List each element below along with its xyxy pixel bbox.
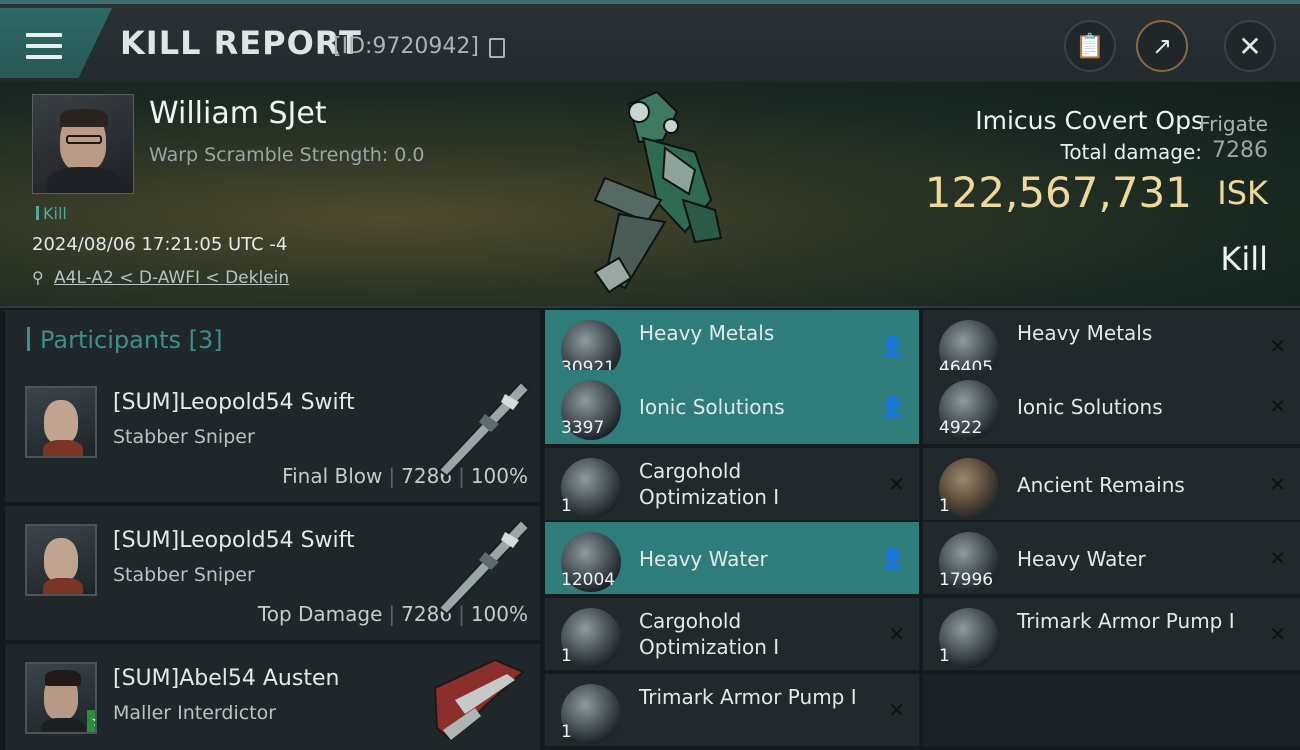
- location-pin-icon: ⚲: [32, 268, 44, 287]
- item-quantity: 3397: [561, 418, 605, 438]
- ship-icon: [433, 658, 525, 742]
- victim-name: William SJet: [149, 96, 327, 131]
- weapon-icon: [437, 518, 531, 616]
- participant-row[interactable]: [SUM]Leopold54 Swift Stabber Sniper Fina…: [5, 368, 540, 502]
- close-button[interactable]: ✕: [1224, 20, 1276, 72]
- item-name: Heavy Metals: [639, 321, 775, 345]
- victim-ship-class: Frigate: [1199, 112, 1268, 136]
- participants-panel: Participants [3] [SUM]Leopold54 Swift St…: [0, 308, 540, 750]
- page-title: KILL REPORT: [120, 24, 362, 62]
- weapon-icon: [437, 380, 531, 478]
- item-name: Ionic Solutions: [639, 395, 785, 419]
- result-label: Kill: [1220, 240, 1268, 278]
- item-row[interactable]: 17996 Heavy Water ✕: [923, 522, 1300, 594]
- item-row[interactable]: 4922 Ionic Solutions ✕: [923, 370, 1300, 444]
- participants-title: Participants [3]: [27, 326, 223, 354]
- item-row[interactable]: 12004 Heavy Water 👤: [545, 522, 919, 594]
- participant-ship: Stabber Sniper: [113, 426, 255, 448]
- item-quantity: 17996: [939, 570, 994, 590]
- participant-name: [SUM]Leopold54 Swift: [113, 390, 355, 415]
- destroyed-x-icon: ✕: [888, 622, 905, 646]
- header-bar: KILL REPORT [ID:9720942] 📋 ↗ ✕: [0, 0, 1300, 82]
- item-name: Ancient Remains: [1017, 473, 1185, 497]
- participant-ship: Stabber Sniper: [113, 564, 255, 586]
- item-name: Heavy Water: [639, 547, 768, 571]
- kill-datetime: 2024/08/06 17:21:05 UTC -4: [32, 234, 288, 255]
- star-badge-icon: ★: [87, 710, 95, 732]
- isk-unit: ISK: [1217, 174, 1268, 212]
- participants-header[interactable]: Participants [3]: [5, 310, 540, 370]
- participant-avatar: ★: [25, 662, 97, 734]
- item-row[interactable]: 1 Ancient Remains ✕: [923, 448, 1300, 520]
- item-quantity: 1: [561, 646, 572, 666]
- copy-id-icon[interactable]: [489, 38, 505, 58]
- participant-row[interactable]: [SUM]Leopold54 Swift Stabber Sniper Top …: [5, 506, 540, 640]
- destroyed-x-icon: ✕: [1269, 546, 1286, 570]
- report-id: [ID:9720942]: [333, 34, 479, 59]
- destroyed-x-icon: ✕: [1269, 394, 1286, 418]
- warp-scramble-strength: Warp Scramble Strength: 0.0: [149, 144, 425, 166]
- dropped-person-icon: 👤: [880, 334, 905, 358]
- item-name: Cargohold Optimization I: [639, 609, 780, 659]
- item-name: Ionic Solutions: [1017, 395, 1163, 419]
- participant-avatar: [25, 386, 97, 458]
- destroyed-x-icon: ✕: [1269, 472, 1286, 496]
- item-row[interactable]: 1 Trimark Armor Pump I ✕: [923, 598, 1300, 670]
- participant-ship: Maller Interdictor: [113, 702, 277, 724]
- item-name: Cargohold Optimization I: [639, 459, 780, 509]
- destroyed-x-icon: ✕: [888, 698, 905, 722]
- item-quantity: 1: [939, 496, 950, 516]
- participant-row[interactable]: ★ [SUM]Abel54 Austen Maller Interdictor: [5, 644, 540, 750]
- item-quantity: 12004: [561, 570, 616, 590]
- clipboard-icon: 📋: [1075, 32, 1105, 60]
- dropped-person-icon: 👤: [880, 394, 905, 418]
- isk-value: 122,567,731: [924, 168, 1192, 217]
- victim-ship-image: [593, 90, 723, 294]
- kill-report-screen: KILL REPORT [ID:9720942] 📋 ↗ ✕ William S…: [0, 0, 1300, 750]
- item-row[interactable]: 3397 Ionic Solutions 👤: [545, 370, 919, 444]
- total-damage-value: 7286: [1212, 138, 1268, 163]
- items-panel: 30921 Heavy Metals 👤 3397 Ionic Solution…: [540, 308, 1300, 750]
- location-link[interactable]: A4L-A2 < D-AWFI < Deklein: [54, 268, 289, 288]
- total-damage-label: Total damage:: [1060, 140, 1203, 164]
- destroyed-x-icon: ✕: [1269, 334, 1286, 358]
- participants-count: [3]: [188, 326, 223, 354]
- kill-tag: Kill: [36, 204, 67, 223]
- hamburger-menu-icon: [26, 33, 62, 61]
- close-icon: ✕: [1238, 29, 1262, 63]
- participant-name: [SUM]Abel54 Austen: [113, 666, 340, 691]
- destroyed-x-icon: ✕: [888, 472, 905, 496]
- dropped-person-icon: 👤: [880, 546, 905, 570]
- clipboard-button[interactable]: 📋: [1064, 20, 1116, 72]
- item-quantity: 4922: [939, 418, 983, 438]
- empty-slot: [923, 674, 1300, 746]
- item-quantity: 1: [939, 646, 950, 666]
- item-row[interactable]: 1 Cargohold Optimization I ✕: [545, 448, 919, 520]
- menu-button[interactable]: [0, 8, 112, 78]
- item-name: Trimark Armor Pump I: [1017, 609, 1235, 633]
- share-button[interactable]: ↗: [1136, 20, 1188, 72]
- item-name: Heavy Water: [1017, 547, 1146, 571]
- item-name: Heavy Metals: [1017, 321, 1153, 345]
- share-icon: ↗: [1151, 32, 1173, 60]
- item-quantity: 1: [561, 722, 572, 742]
- item-row[interactable]: 1 Trimark Armor Pump I ✕: [545, 674, 919, 746]
- item-quantity: 1: [561, 496, 572, 516]
- victim-panel: William SJet Warp Scramble Strength: 0.0…: [0, 82, 1300, 308]
- participant-avatar: [25, 524, 97, 596]
- destroyed-x-icon: ✕: [1269, 622, 1286, 646]
- item-row[interactable]: 1 Cargohold Optimization I ✕: [545, 598, 919, 670]
- victim-ship-name: Imicus Covert Ops: [975, 106, 1204, 135]
- item-name: Trimark Armor Pump I: [639, 685, 857, 709]
- victim-avatar[interactable]: [32, 94, 134, 194]
- participant-name: [SUM]Leopold54 Swift: [113, 528, 355, 553]
